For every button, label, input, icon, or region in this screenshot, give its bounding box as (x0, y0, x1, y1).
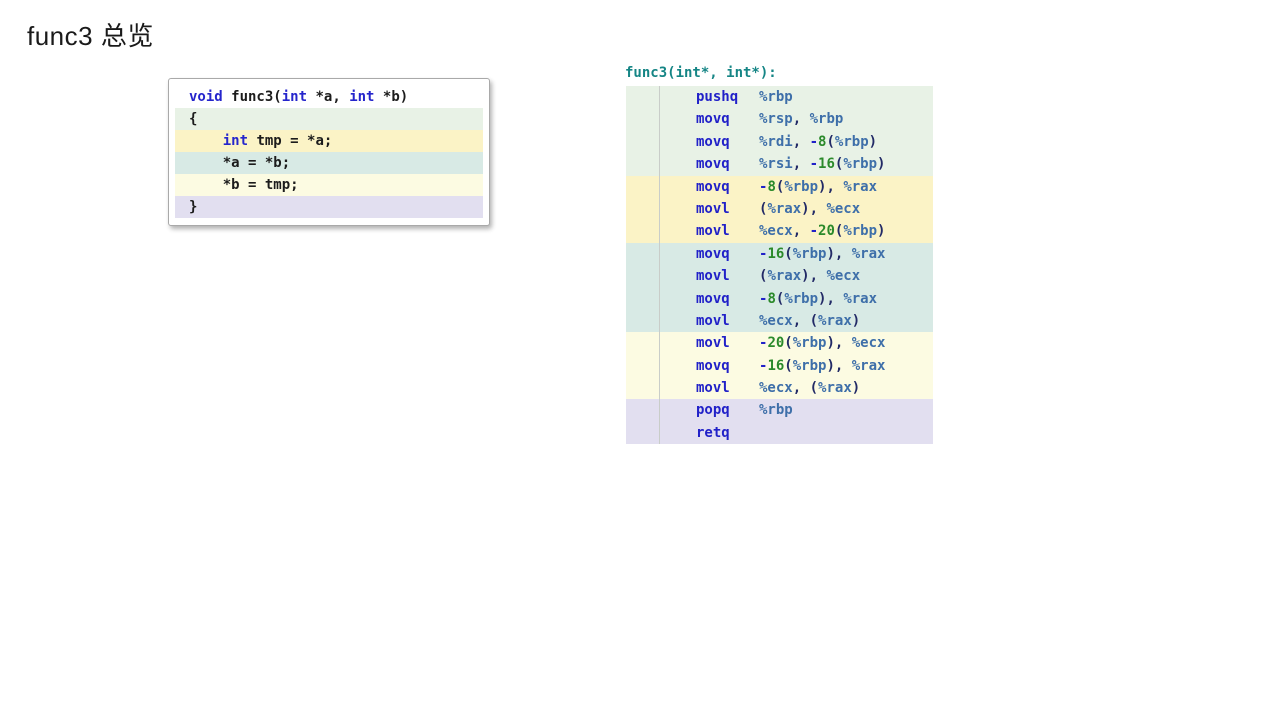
asm-row: movl %ecx, (%rax) (626, 309, 933, 333)
asm-mnemonic: movq (696, 133, 730, 150)
asm-operands: %ecx, -20(%rbp) (759, 223, 886, 240)
asm-row: movq -8(%rbp), %rax (626, 287, 933, 310)
source-code-rows: void func3(int *a, int *b) { int tmp = *a… (175, 86, 483, 218)
asm-mnemonic: movl (696, 200, 730, 217)
asm-gutter (626, 309, 660, 333)
asm-mnemonic: retq (696, 424, 730, 441)
asm-operands: %ecx, (%rax) (759, 380, 861, 397)
asm-operands: (%rax), %ecx (759, 268, 861, 285)
asm-mnemonic: movq (696, 290, 730, 307)
asm-gutter (626, 130, 660, 154)
asm-mnemonic: movq (696, 178, 730, 195)
source-line: } (175, 196, 483, 218)
asm-mnemonic: movq (696, 111, 730, 128)
asm-operands: (%rax), %ecx (759, 200, 861, 217)
slide-title: func3 总览 (27, 21, 154, 51)
asm-row: popq %rbp (626, 399, 933, 422)
asm-gutter (626, 153, 660, 176)
asm-row: movl -20(%rbp), %ecx (626, 332, 933, 355)
asm-mnemonic: movl (696, 380, 730, 397)
asm-operands: -20(%rbp), %ecx (759, 335, 886, 352)
asm-gutter (626, 332, 660, 355)
source-line: int tmp = *a; (175, 130, 483, 152)
asm-gutter (626, 242, 660, 266)
asm-row: movq -16(%rbp), %rax (626, 242, 933, 266)
asm-listing: pushq %rbp movq %rsp, %rbp movq %rdi, -8(%rbp… (626, 86, 933, 445)
asm-row: movq %rsi, -16(%rbp) (626, 153, 933, 176)
asm-operands: %rbp (759, 89, 793, 105)
asm-gutter (626, 354, 660, 378)
asm-mnemonic: pushq (696, 89, 739, 105)
asm-mnemonic: movq (696, 156, 730, 173)
asm-gutter (626, 399, 660, 422)
asm-mnemonic: movq (696, 357, 730, 374)
asm-gutter (626, 175, 660, 198)
asm-row: movq -16(%rbp), %rax (626, 354, 933, 378)
asm-gutter (626, 265, 660, 288)
asm-mnemonic: movl (696, 312, 730, 329)
asm-gutter (626, 197, 660, 221)
asm-gutter (626, 108, 660, 131)
asm-operands: -8(%rbp), %rax (759, 290, 878, 307)
asm-operands (759, 422, 933, 444)
asm-mnemonic: movl (696, 335, 730, 352)
asm-mnemonic: popq (696, 402, 730, 419)
asm-row: pushq %rbp (626, 86, 933, 109)
source-line: *a = *b; (175, 152, 483, 174)
source-line: *b = tmp; (175, 174, 483, 196)
asm-operands: %rbp (759, 402, 793, 419)
asm-operands: -16(%rbp), %rax (759, 245, 886, 262)
asm-operands: %rdi, -8(%rbp) (759, 133, 878, 150)
asm-operands: %ecx, (%rax) (759, 312, 861, 329)
asm-mnemonic: movl (696, 268, 730, 285)
source-code-panel: void func3(int *a, int *b) { int tmp = *a… (168, 78, 490, 226)
asm-row: movl (%rax), %ecx (626, 265, 933, 288)
asm-mnemonic: movl (696, 223, 730, 240)
asm-gutter (626, 220, 660, 243)
source-line: { (175, 108, 483, 130)
asm-row: retq (626, 421, 933, 445)
source-line: void func3(int *a, int *b) (189, 89, 409, 105)
asm-operands: %rsp, %rbp (759, 111, 844, 128)
asm-operands: -8(%rbp), %rax (759, 178, 878, 195)
asm-row: movl %ecx, -20(%rbp) (626, 220, 933, 243)
asm-gutter (626, 287, 660, 310)
asm-gutter (626, 421, 660, 445)
asm-gutter (626, 86, 660, 109)
asm-row: movq %rdi, -8(%rbp) (626, 130, 933, 154)
asm-operands: -16(%rbp), %rax (759, 357, 886, 374)
asm-mnemonic: movq (696, 245, 730, 262)
asm-function-label: func3(int*, int*): (625, 65, 777, 81)
asm-gutter (626, 377, 660, 400)
asm-operands: %rsi, -16(%rbp) (759, 156, 886, 173)
asm-row: movl %ecx, (%rax) (626, 377, 933, 400)
asm-row: movq -8(%rbp), %rax (626, 175, 933, 198)
asm-row: movl (%rax), %ecx (626, 197, 933, 221)
asm-row: movq %rsp, %rbp (626, 108, 933, 131)
